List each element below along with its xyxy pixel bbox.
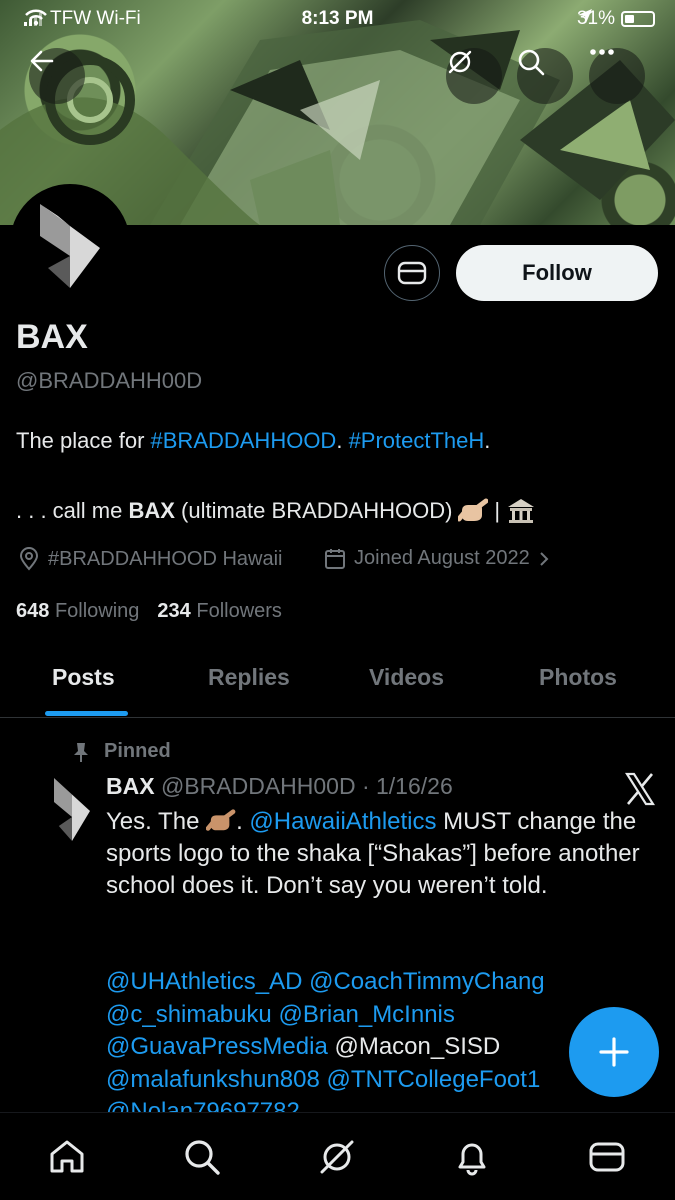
follow-counts: 648 Following 234 Followers (16, 600, 282, 623)
post-text-part: Yes. The (106, 808, 207, 835)
back-button[interactable] (29, 48, 85, 104)
mail-icon (589, 1142, 625, 1172)
bank-emoji (508, 499, 535, 523)
followers-count[interactable]: 234 Followers (157, 600, 282, 623)
nav-grok[interactable] (315, 1135, 359, 1179)
mention-link[interactable]: @Nolan79697782 (106, 1098, 300, 1112)
post-handle-date: @BRADDAHH00D · 1/16/26 (160, 773, 453, 799)
nav-home[interactable] (45, 1135, 89, 1179)
status-right: 31% (577, 8, 655, 30)
grok-icon (448, 50, 472, 74)
following-label: Following (54, 600, 140, 622)
search-icon (518, 49, 545, 76)
message-button[interactable] (384, 245, 440, 301)
following-number: 648 (16, 600, 50, 622)
mention-link[interactable]: @GuavaPressMedia (106, 1033, 328, 1060)
tab-photos[interactable]: Photos (539, 664, 617, 691)
bio-line-1: The place for #BRADDAHHOOD. #ProtectTheH… (16, 428, 490, 454)
bio-text: . . . call me BAX (ultimate BRADDAHHOOD) (16, 498, 452, 524)
joined-text: Joined August 2022 (354, 547, 530, 569)
nav-messages[interactable] (585, 1135, 629, 1179)
location-arrow-icon (577, 9, 592, 23)
hashtag-link[interactable]: #BRADDAHHOOD (151, 428, 337, 453)
calendar-icon (325, 548, 345, 569)
post-avatar[interactable] (48, 772, 96, 844)
tab-replies[interactable]: Replies (208, 664, 290, 691)
tab-posts[interactable]: Posts (52, 664, 115, 691)
followers-label: Followers (196, 600, 282, 622)
active-tab-indicator (45, 711, 128, 716)
bottom-nav (0, 1112, 675, 1200)
notifications-icon (458, 1143, 486, 1176)
x-logo-icon (625, 772, 655, 806)
clock: 8:13 PM (301, 8, 374, 29)
pin-icon (74, 742, 88, 762)
mention-link[interactable]: @TNTCollegeFoot1 (327, 1066, 541, 1093)
bio-suffix: (ultimate BRADDAHHOOD) (174, 498, 453, 523)
search-button[interactable] (517, 48, 573, 104)
bio-bold: BAX (128, 498, 175, 523)
mention-link[interactable]: @Brian_McInnis (278, 1001, 454, 1028)
bio-end: . (484, 428, 491, 453)
mention-link[interactable]: @CoachTimmyChang (309, 968, 545, 995)
shaka-emoji (458, 498, 489, 522)
post-author[interactable]: BAX (106, 773, 155, 799)
profile-tabs: Posts Replies Videos Photos (0, 640, 675, 718)
mention-link[interactable]: @c_shimabuku (106, 1001, 272, 1028)
profile-banner[interactable]: TFW Wi-Fi 8:13 PM 31% (0, 0, 675, 225)
tab-videos[interactable]: Videos (369, 664, 444, 691)
mention-link[interactable]: @malafunkshun808 (106, 1066, 320, 1093)
user-handle: @BRADDAHH00D (16, 368, 203, 393)
post-header: BAX @BRADDAHH00D · 1/16/26 (106, 773, 453, 800)
bio-text: The place for (16, 428, 151, 453)
location-text: #BRADDAHHOOD Hawaii (48, 547, 283, 570)
pinned-text: Pinned (104, 740, 171, 762)
compose-button[interactable] (569, 1007, 659, 1097)
display-name: BAX (16, 318, 88, 356)
grok-button[interactable] (446, 48, 502, 104)
bax-logo-icon (40, 204, 100, 288)
joined-info[interactable]: Joined August 2022 (324, 547, 550, 570)
chevron-right-icon (539, 551, 549, 566)
battery-icon (621, 11, 655, 27)
bio-sep: . (336, 428, 349, 453)
compose-plus-icon (599, 1037, 629, 1067)
post-text-part: . (236, 808, 250, 835)
status-bar: TFW Wi-Fi 8:13 PM 31% (0, 0, 675, 40)
pinned-label: Pinned (72, 740, 171, 763)
mention-link[interactable]: @HawaiiAthletics (249, 808, 436, 835)
bio-divider: | (494, 498, 501, 523)
nav-search[interactable] (180, 1135, 224, 1179)
nav-notifications[interactable] (450, 1135, 494, 1179)
following-count[interactable]: 648 Following (16, 600, 139, 623)
message-icon (397, 261, 427, 285)
more-icon (590, 49, 614, 55)
search-icon (185, 1140, 220, 1175)
hashtag-link[interactable]: #ProtectTheH (349, 428, 485, 453)
profile-avatar[interactable] (10, 184, 130, 304)
mention-link[interactable]: @UHAthletics_AD (106, 968, 302, 995)
location-info: #BRADDAHHOOD Hawaii (18, 547, 283, 571)
post-text: Yes. The . @HawaiiAthletics MUST change … (106, 806, 651, 902)
shaka-emoji (205, 809, 236, 831)
bio-prefix: . . . call me (16, 498, 129, 523)
more-button[interactable] (589, 48, 645, 104)
grok-icon (320, 1140, 354, 1174)
mention-text: @Macon_SISD (334, 1033, 501, 1060)
back-arrow-icon (30, 50, 54, 72)
location-icon (19, 547, 39, 571)
followers-number: 234 (157, 600, 191, 622)
home-icon (50, 1140, 84, 1173)
follow-button[interactable]: Follow (456, 245, 658, 301)
bax-logo-icon (54, 778, 90, 841)
bio-line-2: . . . call me BAX (ultimate BRADDAHHOOD)… (16, 497, 536, 525)
